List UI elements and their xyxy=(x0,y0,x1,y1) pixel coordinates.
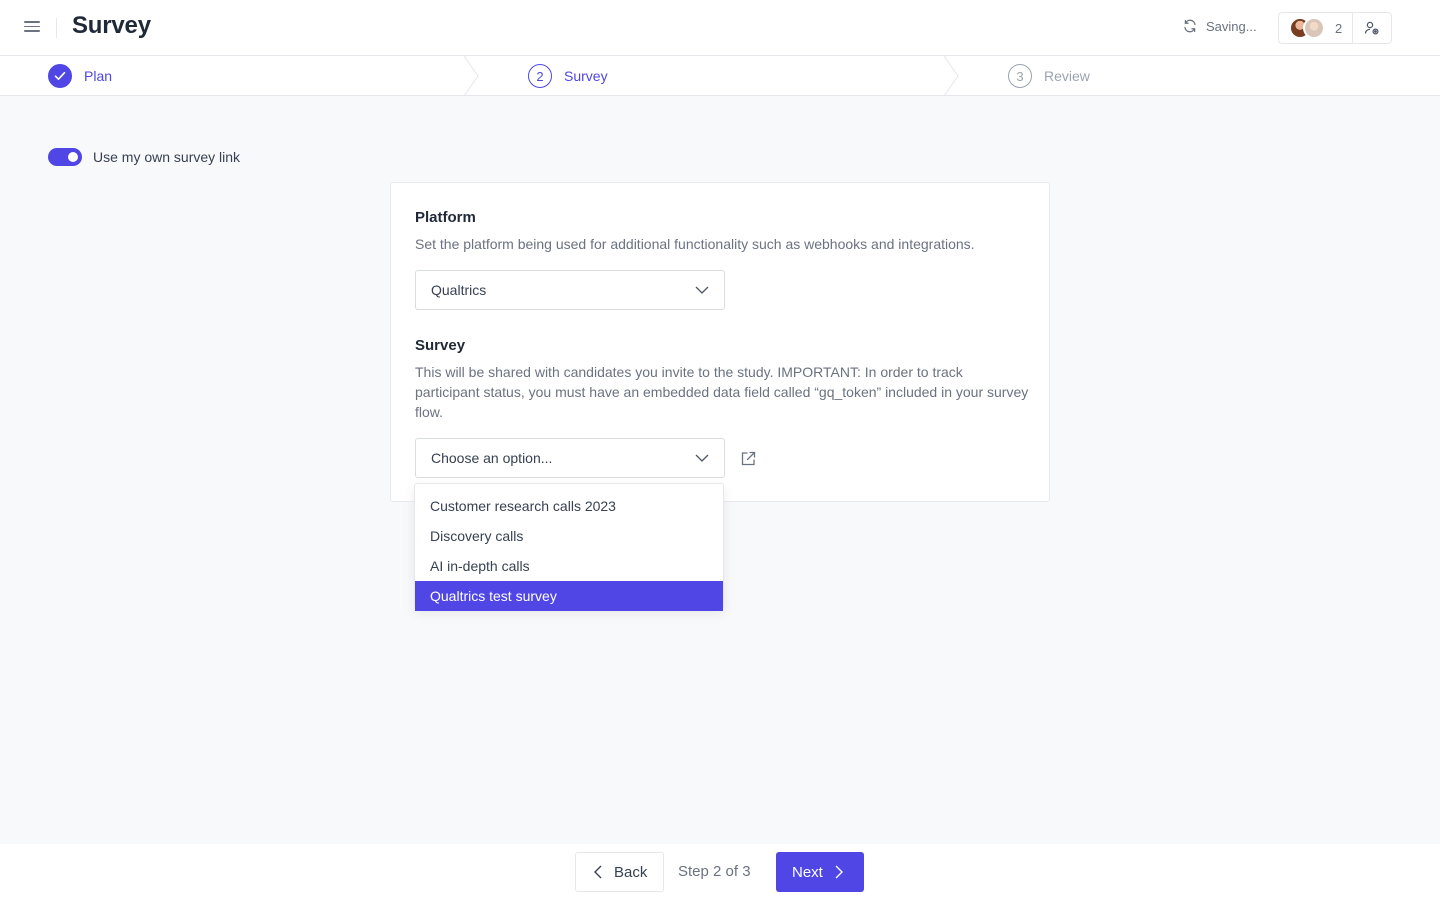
dropdown-option[interactable]: Discovery calls xyxy=(415,521,723,551)
step-label: Plan xyxy=(84,68,113,84)
next-label: Next xyxy=(792,863,823,881)
chevron-down-icon xyxy=(695,286,709,294)
stepper: Plan 2 Survey 3 Review xyxy=(0,56,1440,96)
platform-title: Platform xyxy=(415,209,476,226)
survey-settings-card: Platform Set the platform being used for… xyxy=(390,182,1050,502)
back-button[interactable]: Back xyxy=(575,852,664,892)
step-label: Survey xyxy=(564,68,608,84)
chevron-down-icon xyxy=(695,454,709,462)
platform-select-value: Qualtrics xyxy=(431,282,487,298)
survey-select[interactable]: Choose an option... xyxy=(415,438,725,478)
step-label: Review xyxy=(1044,68,1090,84)
collaborator-count: 2 xyxy=(1335,20,1343,36)
divider xyxy=(56,18,57,38)
survey-description: This will be shared with candidates you … xyxy=(415,364,1029,420)
page-title: Survey xyxy=(72,12,151,39)
platform-select[interactable]: Qualtrics xyxy=(415,270,725,310)
platform-description: Set the platform being used for addition… xyxy=(415,236,975,252)
step-separator-icon xyxy=(943,56,959,96)
external-link-icon[interactable] xyxy=(739,450,757,468)
step-number: 3 xyxy=(1008,64,1032,88)
step-complete-badge xyxy=(48,64,72,88)
step-indicator: Step 2 of 3 xyxy=(678,863,751,880)
own-survey-link-setting: Use my own survey link xyxy=(48,148,240,166)
own-survey-link-toggle[interactable] xyxy=(48,148,82,166)
survey-title: Survey xyxy=(415,337,466,354)
next-button[interactable]: Next xyxy=(776,852,864,892)
step-number: 2 xyxy=(528,64,552,88)
dropdown-option[interactable]: AI in-depth calls xyxy=(415,551,723,581)
chevron-right-icon xyxy=(835,865,843,879)
hamburger-menu-icon[interactable] xyxy=(24,21,40,35)
dropdown-option[interactable]: Customer research calls 2023 xyxy=(415,491,723,521)
toggle-label: Use my own survey link xyxy=(93,149,241,165)
chevron-left-icon xyxy=(594,865,602,879)
footer-nav: Back Step 2 of 3 Next xyxy=(0,844,1440,900)
collaborators-control: 2 xyxy=(1278,12,1392,44)
step-plan[interactable]: Plan xyxy=(48,56,112,96)
step-separator-icon xyxy=(463,56,479,96)
check-icon xyxy=(54,71,66,80)
dropdown-option-highlighted[interactable]: Qualtrics test survey xyxy=(415,581,723,611)
saving-status: Saving... xyxy=(1182,18,1257,34)
user-settings-icon xyxy=(1364,21,1379,35)
sync-icon xyxy=(1184,19,1196,33)
top-bar: Survey Saving... 2 xyxy=(0,0,1440,56)
survey-options-dropdown: Customer research calls 2023 Discovery c… xyxy=(414,483,724,611)
manage-collaborators-button[interactable] xyxy=(1353,13,1391,43)
avatar xyxy=(1303,17,1325,39)
step-survey[interactable]: 2 Survey xyxy=(528,56,608,96)
step-review[interactable]: 3 Review xyxy=(1008,56,1090,96)
survey-select-placeholder: Choose an option... xyxy=(431,450,553,466)
back-label: Back xyxy=(614,863,648,881)
saving-label: Saving... xyxy=(1206,18,1257,34)
collaborators-button[interactable]: 2 xyxy=(1279,13,1353,43)
